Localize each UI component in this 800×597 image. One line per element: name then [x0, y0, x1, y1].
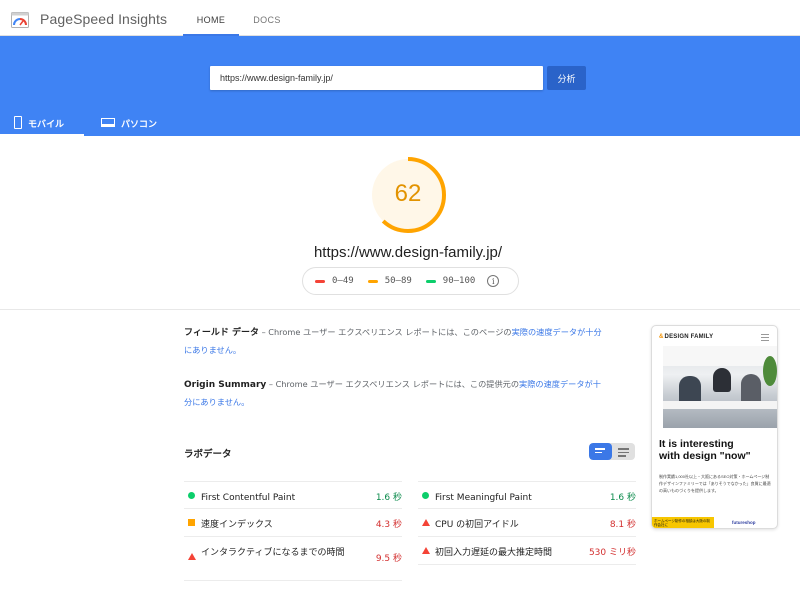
page-screenshot-thumbnail: &DESIGN FAMILY It is interesting with de… — [651, 325, 778, 529]
metric-row: 速度インデックス 4.3 秒 — [184, 509, 402, 537]
url-input[interactable] — [210, 66, 543, 90]
field-data-text: Chrome ユーザー エクスペリエンス レポートには、このページの — [268, 327, 512, 337]
field-data-section: フィールド データ – Chrome ユーザー エクスペリエンス レポートには、… — [184, 324, 604, 359]
screenshot-banner: ホームページ制作の相談は大阪の制作会社に — [652, 517, 714, 528]
metric-name: 初回入力遅延の最大推定時間 — [435, 548, 553, 558]
status-average-icon — [188, 519, 195, 526]
screenshot-partner-logo: futureshop — [732, 520, 756, 525]
hero-line-1: It is interesting — [659, 438, 734, 450]
legend-item-poor: 0–49 — [315, 276, 354, 286]
metrics-view-toggle[interactable] — [589, 443, 635, 460]
pagespeed-logo-icon[interactable] — [11, 12, 29, 28]
score-legend: 0–49 50–89 90–100 i — [302, 267, 519, 295]
tab-mobile-label: モバイル — [28, 120, 65, 130]
expanded-view-icon[interactable] — [618, 448, 629, 459]
photo-person — [713, 368, 731, 392]
screenshot-brand-label: DESIGN FAMILY — [664, 334, 714, 340]
legend-item-average: 50–89 — [367, 276, 412, 286]
tab-mobile[interactable]: モバイル — [0, 110, 84, 136]
metric-value: 530 ミリ秒 — [588, 548, 636, 558]
legend-label-good: 90–100 — [442, 276, 476, 286]
legend-label-average: 50–89 — [384, 276, 412, 286]
metric-row: インタラクティブになるまでの時間 9.5 秒 — [184, 537, 402, 581]
nav-tab-docs[interactable]: DOCS — [243, 15, 291, 25]
tab-desktop[interactable]: パソコン — [97, 110, 167, 136]
status-poor-icon — [188, 553, 196, 560]
brand-mark-icon: & — [659, 334, 664, 340]
tab-desktop-label: パソコン — [121, 120, 158, 130]
report-url: https://www.design-family.jp/ — [313, 244, 503, 261]
office-photo — [663, 346, 777, 428]
photo-plant — [763, 356, 777, 386]
app-title[interactable]: PageSpeed Insights — [40, 11, 167, 27]
top-bar: PageSpeed Insights HOME DOCS — [0, 0, 800, 36]
status-good-icon — [188, 492, 195, 499]
origin-summary-section: Origin Summary – Chrome ユーザー エクスペリエンス レポ… — [184, 376, 604, 411]
legend-swatch-good — [425, 279, 436, 283]
metric-row: 初回入力遅延の最大推定時間 530 ミリ秒 — [418, 537, 636, 565]
laptop-icon — [101, 118, 115, 127]
legend-item-good: 90–100 — [425, 276, 476, 286]
metric-name: First Contentful Paint — [201, 493, 296, 503]
compact-view-icon — [595, 448, 606, 455]
legend-swatch-poor — [315, 279, 325, 283]
screenshot-description: 制作実績1,000社以上・大阪にあるSEO対策・ホームページ制作デザインファミリ… — [659, 474, 771, 493]
metric-row: First Contentful Paint 1.6 秒 — [184, 481, 402, 509]
metric-row: CPU の初回アイドル 8.1 秒 — [418, 509, 636, 537]
metric-name: CPU の初回アイドル — [435, 520, 519, 530]
section-divider — [0, 309, 800, 310]
analyze-button[interactable]: 分析 — [547, 66, 586, 90]
origin-summary-text: Chrome ユーザー エクスペリエンス レポートには、この提供元の — [275, 379, 520, 389]
status-poor-icon — [422, 519, 430, 526]
field-data-title: フィールド データ — [184, 328, 259, 338]
search-band: 分析 モバイル パソコン — [0, 36, 800, 136]
photo-desk — [663, 401, 777, 409]
metric-name: 速度インデックス — [201, 520, 273, 530]
metric-value: 9.5 秒 — [375, 554, 402, 564]
field-data-dash: – — [261, 327, 266, 337]
hero-line-2: with design "now" — [659, 450, 751, 462]
origin-summary-dash: – — [268, 379, 273, 389]
metric-name: First Meaningful Paint — [435, 493, 532, 503]
status-good-icon — [422, 492, 429, 499]
photo-window — [663, 346, 777, 366]
screenshot-brand: &DESIGN FAMILY — [659, 334, 713, 340]
legend-swatch-average — [367, 279, 378, 283]
metric-value: 1.6 秒 — [609, 493, 636, 503]
hamburger-menu-icon — [761, 334, 769, 343]
metric-value: 8.1 秒 — [609, 520, 636, 530]
device-tab-active-indicator — [0, 134, 84, 136]
status-poor-icon — [422, 547, 430, 554]
legend-label-poor: 0–49 — [332, 276, 354, 286]
performance-score: 62 — [394, 180, 422, 207]
metric-name: インタラクティブになるまでの時間 — [201, 548, 345, 558]
screenshot-hero-text: It is interesting with design "now" — [659, 438, 775, 462]
metric-value: 1.6 秒 — [375, 493, 402, 503]
metric-row: First Meaningful Paint 1.6 秒 — [418, 481, 636, 509]
origin-summary-title: Origin Summary — [184, 380, 267, 390]
lab-data-title: ラボデータ — [184, 449, 232, 460]
phone-icon — [14, 116, 22, 129]
toggle-compact-view[interactable] — [589, 443, 612, 460]
nav-tab-home[interactable]: HOME — [183, 15, 239, 25]
info-icon[interactable]: i — [487, 275, 500, 287]
metric-value: 4.3 秒 — [375, 520, 402, 530]
